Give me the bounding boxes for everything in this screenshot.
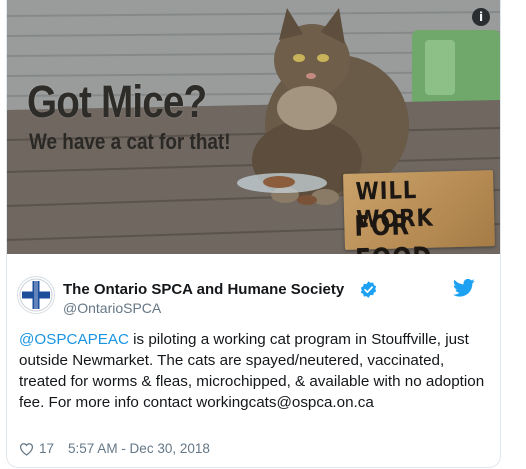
tweet-header: The Ontario SPCA and Humane Society @Ont… bbox=[7, 268, 500, 328]
verified-badge-icon bbox=[360, 281, 377, 298]
info-icon[interactable]: i bbox=[472, 8, 490, 26]
avatar[interactable] bbox=[17, 276, 55, 314]
tweet-text: @OSPCAPEAC is piloting a working cat pro… bbox=[19, 329, 491, 413]
tweet-timestamp[interactable]: 5:57 AM - Dec 30, 2018 bbox=[68, 441, 210, 456]
tweet-footer: 17 5:57 AM - Dec 30, 2018 bbox=[19, 441, 210, 456]
author-name[interactable]: The Ontario SPCA and Humane Society bbox=[63, 281, 344, 298]
tweet-card[interactable]: i Got Mice? We have a cat for that! WILL… bbox=[6, 0, 501, 468]
ospca-logo-icon bbox=[19, 278, 53, 312]
twitter-bird-icon[interactable] bbox=[453, 278, 475, 298]
cardboard-sign: WILL WORK FOR FOOD bbox=[343, 170, 495, 254]
tweet-image[interactable]: i Got Mice? We have a cat for that! WILL… bbox=[7, 0, 500, 254]
heart-icon[interactable] bbox=[19, 442, 34, 456]
like-count[interactable]: 17 bbox=[39, 441, 54, 456]
image-headline: Got Mice? bbox=[27, 76, 207, 127]
mention-link[interactable]: @OSPCAPEAC bbox=[19, 331, 129, 348]
sign-line-2: FOR FOOD bbox=[353, 208, 433, 254]
image-subline: We have a cat for that! bbox=[29, 129, 231, 154]
author-handle[interactable]: @OntarioSPCA bbox=[63, 300, 161, 316]
